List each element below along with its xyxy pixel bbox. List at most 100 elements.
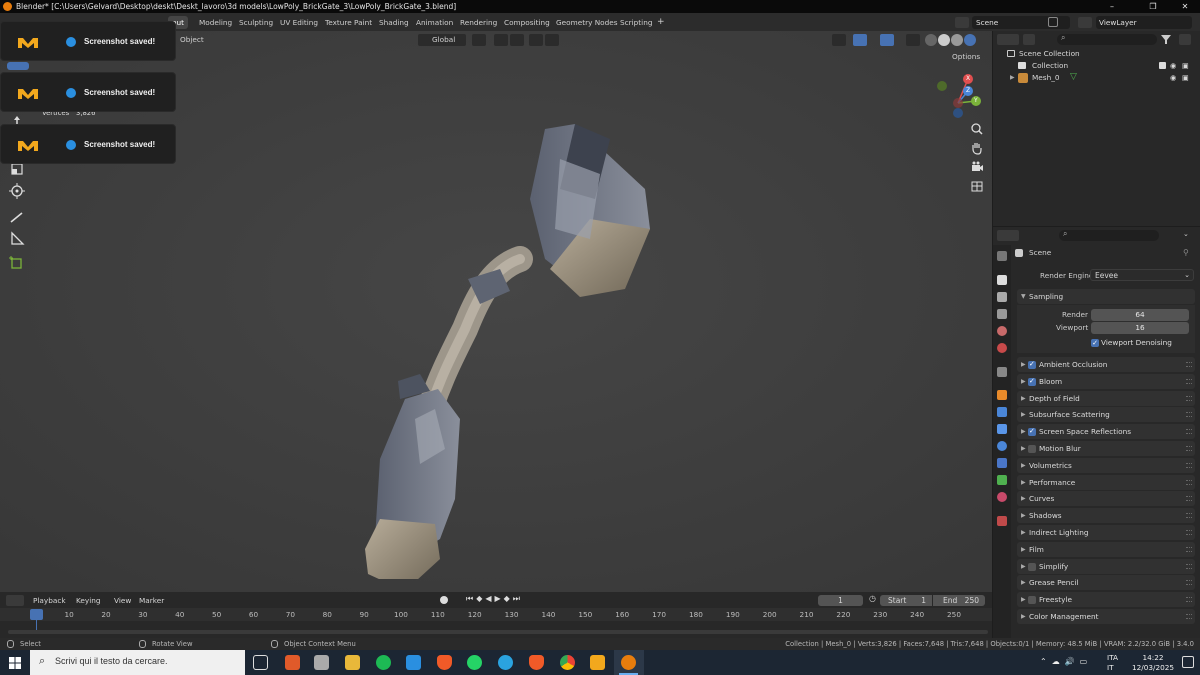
maximize-button[interactable]: ❐: [1138, 0, 1168, 13]
scene-icon[interactable]: [955, 17, 969, 28]
keying-menu[interactable]: Keying: [76, 595, 101, 606]
m-app-icon[interactable]: [590, 655, 605, 670]
panel-grease-pencil[interactable]: ▶ Grease Pencil: [1017, 575, 1195, 591]
material-shading-icon[interactable]: [951, 34, 963, 46]
drag-handle-icon[interactable]: [1186, 429, 1192, 435]
object-tab-icon[interactable]: [997, 390, 1007, 400]
tab-rendering[interactable]: Rendering: [456, 16, 501, 29]
tab-geometry-nodes[interactable]: Geometry Nodes: [552, 16, 622, 29]
drag-handle-icon[interactable]: [1186, 446, 1192, 451]
constraints-tab-icon[interactable]: [997, 458, 1007, 468]
tab-sculpting[interactable]: Sculpting: [235, 16, 277, 29]
brickgate-mesh[interactable]: [360, 119, 670, 579]
world-tab-icon[interactable]: [997, 343, 1007, 353]
wireframe-shading-icon[interactable]: [925, 34, 937, 46]
add-workspace-button[interactable]: +: [653, 16, 669, 29]
add-cube-tool-icon[interactable]: [7, 253, 27, 273]
drag-handle-icon[interactable]: [1186, 462, 1192, 468]
minimize-button[interactable]: –: [1097, 0, 1127, 13]
chevron-down-icon[interactable]: ⌄: [1183, 230, 1189, 238]
task-view-icon[interactable]: [253, 655, 268, 670]
tab-texture-paint[interactable]: Texture Paint: [321, 16, 376, 29]
xray-icon[interactable]: [906, 34, 920, 46]
display-mode-icon[interactable]: [1023, 34, 1035, 45]
pan-hand-icon[interactable]: [968, 139, 986, 157]
zoom-icon[interactable]: [968, 120, 986, 138]
drag-handle-icon[interactable]: [1186, 362, 1192, 367]
camera-render-icon[interactable]: ▣: [1182, 60, 1189, 72]
drag-handle-icon[interactable]: [1186, 513, 1192, 519]
notifications-icon[interactable]: [1182, 656, 1194, 668]
panel-enable-checkbox[interactable]: [1028, 445, 1036, 453]
current-frame-field[interactable]: 1: [818, 595, 863, 606]
editor-type-icon[interactable]: [997, 34, 1019, 45]
solid-shading-icon[interactable]: [938, 34, 950, 46]
properties-editor-type-icon[interactable]: [997, 230, 1019, 241]
panel-enable-checkbox[interactable]: [1028, 374, 1036, 389]
playback-menu[interactable]: Playback: [33, 595, 66, 606]
playback-controls[interactable]: ⏮◆◀▶◆⏭: [466, 594, 523, 604]
brave-browser-icon[interactable]: [437, 655, 452, 670]
panel-curves[interactable]: ▶ Curves: [1017, 491, 1195, 507]
expand-arrow-icon[interactable]: ▶: [1010, 72, 1015, 84]
exclude-checkbox[interactable]: [1159, 62, 1166, 69]
tab-uv-editing[interactable]: UV Editing: [276, 16, 322, 29]
mail-icon[interactable]: [406, 655, 421, 670]
spotify-icon[interactable]: [376, 655, 391, 670]
transform-tool-icon[interactable]: [7, 181, 27, 201]
tab-shading[interactable]: Shading: [375, 16, 413, 29]
drag-handle-icon[interactable]: [1186, 395, 1192, 401]
panel-shadows[interactable]: ▶ Shadows: [1017, 508, 1195, 524]
gizmo-toggle-icon[interactable]: [853, 34, 867, 46]
render-tab-icon[interactable]: [997, 275, 1007, 285]
drag-handle-icon[interactable]: [1186, 580, 1192, 586]
outliner-row-collection[interactable]: Collection ◉ ▣: [993, 60, 1200, 72]
marker-menu[interactable]: Marker: [139, 595, 164, 606]
view-layer-tab-icon[interactable]: [997, 309, 1007, 319]
camera-render-icon[interactable]: ▣: [1182, 72, 1189, 84]
brave-browser-icon[interactable]: [529, 655, 544, 670]
app-icon[interactable]: [285, 655, 300, 670]
panel-screen-space-reflections[interactable]: ▶ Screen Space Reflections: [1017, 424, 1195, 440]
mesh-data-icon[interactable]: ▽: [1070, 71, 1077, 83]
drag-handle-icon[interactable]: [1186, 597, 1192, 603]
panel-volumetrics[interactable]: ▶ Volumetrics: [1017, 457, 1195, 473]
view-menu[interactable]: View: [114, 595, 131, 606]
panel-depth-of-field[interactable]: ▶ Depth of Field: [1017, 390, 1195, 406]
timeline-scrollbar[interactable]: [8, 630, 988, 634]
tab-scripting[interactable]: Scripting: [616, 16, 656, 29]
system-tray-icons[interactable]: ⌃☁🔊▭: [1040, 657, 1092, 666]
panel-motion-blur[interactable]: ▶ Motion Blur: [1017, 441, 1195, 456]
options-menu[interactable]: Options: [952, 50, 980, 63]
tab-animation[interactable]: Animation: [412, 16, 457, 29]
panel-indirect-lighting[interactable]: ▶ Indirect Lighting: [1017, 525, 1195, 540]
new-scene-icon[interactable]: [1048, 17, 1058, 27]
particles-tab-icon[interactable]: [997, 424, 1007, 434]
view-layer-icon[interactable]: [1078, 17, 1092, 28]
panel-freestyle[interactable]: ▶ Freestyle: [1017, 592, 1195, 608]
scene-tab-icon[interactable]: [997, 326, 1007, 336]
panel-bloom[interactable]: ▶ Bloom: [1017, 373, 1195, 389]
pivot-icon[interactable]: [472, 34, 486, 46]
drag-handle-icon[interactable]: [1186, 479, 1192, 485]
snap-target-icon[interactable]: [510, 34, 524, 46]
output-tab-icon[interactable]: [997, 292, 1007, 302]
collection-tab-icon[interactable]: [997, 367, 1007, 377]
modifier-wrench-icon[interactable]: [997, 407, 1007, 417]
clock-date[interactable]: 12/03/2025: [1124, 663, 1182, 672]
mesh-data-tab-icon[interactable]: [997, 475, 1007, 485]
outliner-search-input[interactable]: ⌕: [1057, 33, 1157, 45]
blender-taskbar-icon[interactable]: [621, 655, 636, 670]
chrome-icon[interactable]: [560, 655, 575, 670]
record-icon[interactable]: [440, 596, 448, 604]
filter-icon[interactable]: [1159, 34, 1173, 45]
panel-enable-checkbox[interactable]: [1028, 596, 1036, 605]
viewport-samples-field[interactable]: 16: [1091, 322, 1189, 334]
pin-icon[interactable]: ⚲: [1183, 248, 1189, 257]
select-tool-icon[interactable]: [7, 62, 29, 70]
camera-view-icon[interactable]: [968, 158, 986, 176]
panel-subsurface-scattering[interactable]: ▶ Subsurface Scattering: [1017, 407, 1195, 423]
input-language-top[interactable]: ITA: [1107, 653, 1118, 662]
eye-icon[interactable]: ◉: [1170, 72, 1176, 84]
timeline-editor-type-icon[interactable]: [6, 595, 24, 606]
